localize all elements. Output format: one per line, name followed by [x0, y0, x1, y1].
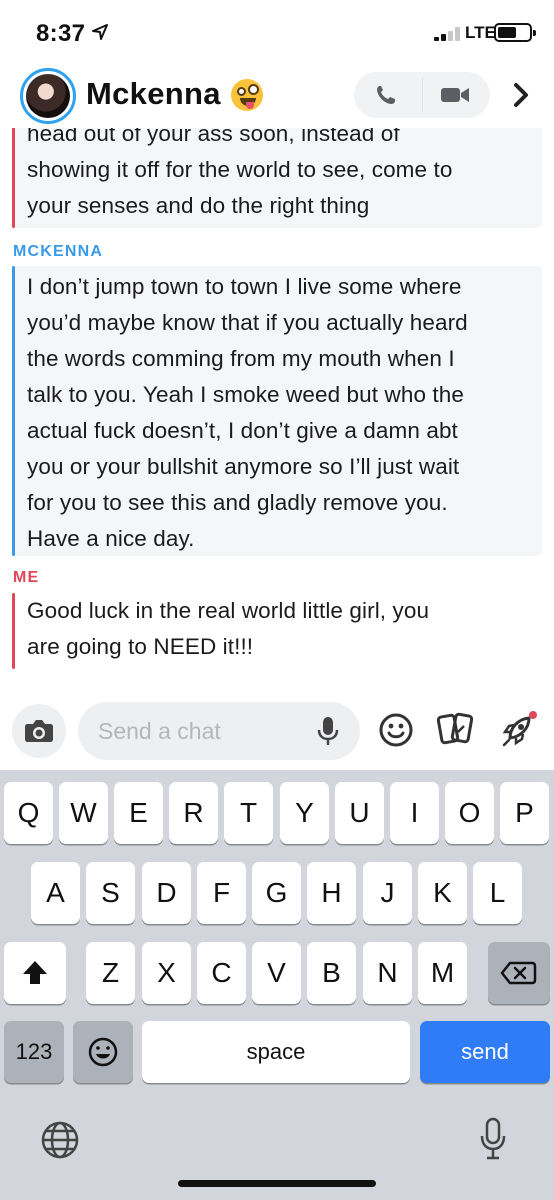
call-buttons-group: [354, 72, 490, 118]
message-bubble[interactable]: head out of your ass soon, instead of sh…: [12, 128, 542, 228]
shift-arrow-icon: [23, 961, 47, 984]
key-h[interactable]: H: [307, 862, 356, 924]
smiley-icon[interactable]: [378, 712, 414, 748]
key-v[interactable]: V: [252, 942, 301, 1004]
key-l[interactable]: L: [473, 862, 522, 924]
key-k[interactable]: K: [418, 862, 467, 924]
key-e[interactable]: E: [114, 782, 163, 844]
message-text: Good luck in the real world little girl,…: [27, 598, 430, 659]
message-bubble[interactable]: Good luck in the real world little girl,…: [12, 593, 542, 669]
key-m[interactable]: M: [418, 942, 467, 1004]
key-i[interactable]: I: [390, 782, 439, 844]
sticker-cards-icon[interactable]: [436, 710, 476, 748]
message-bubble[interactable]: I don’t jump town to town I live some wh…: [12, 266, 542, 556]
chat-thread[interactable]: head out of your ass soon, instead of sh…: [0, 128, 554, 690]
key-p[interactable]: P: [500, 782, 549, 844]
composer-row: [0, 690, 554, 770]
message-text: I don’t jump town to town I live some wh…: [27, 274, 468, 551]
keyboard: Q W E R T Y U I O P A S D F G H J K L Z …: [0, 770, 554, 1200]
key-j[interactable]: J: [363, 862, 412, 924]
chat-input[interactable]: [98, 715, 308, 747]
notification-dot: [529, 711, 537, 719]
send-key[interactable]: send: [420, 1021, 550, 1083]
numbers-key[interactable]: 123: [4, 1021, 64, 1083]
shift-key[interactable]: [4, 942, 66, 1004]
sender-label: MCKENNA: [13, 243, 104, 260]
key-d[interactable]: D: [142, 862, 191, 924]
avatar[interactable]: [20, 68, 76, 124]
key-w[interactable]: W: [59, 782, 108, 844]
emoji-key[interactable]: [73, 1021, 133, 1083]
chevron-right-icon[interactable]: [506, 80, 536, 110]
key-g[interactable]: G: [252, 862, 301, 924]
phone-icon[interactable]: [372, 83, 402, 107]
camera-icon: [25, 720, 53, 742]
key-s[interactable]: S: [86, 862, 135, 924]
message-bar: [12, 266, 15, 556]
key-t[interactable]: T: [224, 782, 273, 844]
camera-button[interactable]: [12, 704, 66, 758]
status-time: 8:37: [36, 20, 86, 47]
key-o[interactable]: O: [445, 782, 494, 844]
video-camera-icon[interactable]: [440, 84, 470, 106]
signal-icon: [434, 27, 460, 41]
home-indicator[interactable]: [178, 1180, 376, 1187]
key-b[interactable]: B: [307, 942, 356, 1004]
key-z[interactable]: Z: [86, 942, 135, 1004]
space-key[interactable]: space: [142, 1021, 410, 1083]
contact-name[interactable]: Mckenna: [86, 76, 221, 112]
key-a[interactable]: A: [31, 862, 80, 924]
rocket-icon[interactable]: [498, 710, 538, 750]
message-bar: [12, 593, 15, 669]
message-text: head out of your ass soon, instead of sh…: [27, 128, 453, 218]
dictation-microphone-icon[interactable]: [478, 1116, 508, 1162]
key-n[interactable]: N: [363, 942, 412, 1004]
sender-label: ME: [13, 569, 40, 586]
key-r[interactable]: R: [169, 782, 218, 844]
key-x[interactable]: X: [142, 942, 191, 1004]
backspace-icon: [500, 961, 537, 985]
microphone-icon[interactable]: [316, 716, 340, 746]
chat-input-container[interactable]: [78, 702, 360, 760]
emoji-icon: [88, 1037, 118, 1067]
zany-face-emoji-icon: [231, 79, 263, 111]
network-type: LTE: [465, 23, 496, 42]
message-bar: [12, 128, 15, 228]
location-arrow-icon: [92, 24, 108, 40]
globe-icon[interactable]: [40, 1120, 80, 1160]
battery-icon: [494, 23, 536, 42]
key-y[interactable]: Y: [280, 782, 329, 844]
key-c[interactable]: C: [197, 942, 246, 1004]
key-q[interactable]: Q: [4, 782, 53, 844]
chat-header: Mckenna: [0, 66, 554, 128]
status-bar: 8:37 LTE: [0, 0, 554, 66]
key-f[interactable]: F: [197, 862, 246, 924]
backspace-key[interactable]: [488, 942, 550, 1004]
key-u[interactable]: U: [335, 782, 384, 844]
